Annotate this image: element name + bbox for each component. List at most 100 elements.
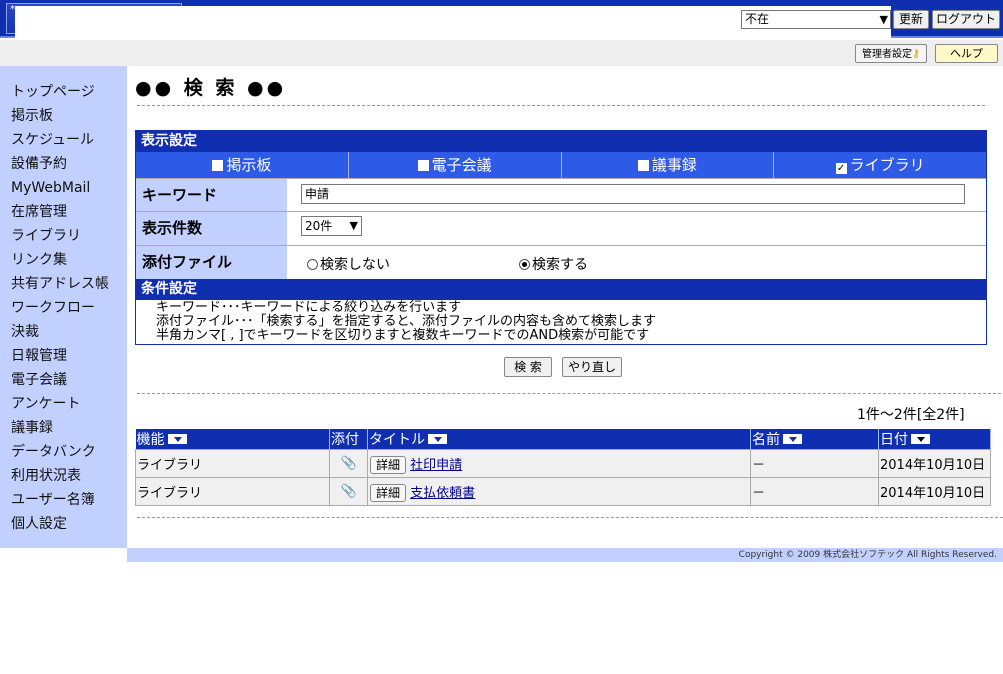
user-suffix: さん [704,15,731,30]
attach-row: 添付ファイル 検索しない 検索する [136,245,986,279]
table-row: ライブラリ 📎 詳細 社印申請－ 2014年10月10日 [135,449,991,478]
condition-line: 添付ファイル･･･「検索する」を指定すると、添付ファイルの内容も含めて検索します [156,314,656,329]
cell-date: 2014年10月10日 [878,449,991,478]
cell-name: － [750,477,879,506]
target-tab[interactable]: ✓ ライブラリ [774,152,986,178]
chevron-down-icon: ▼ [879,13,888,26]
condition-line: キーワード･･･キーワードによる絞り込みを行います [156,300,462,315]
checkbox-icon[interactable] [637,160,649,171]
attach-radio-yes[interactable]: 検索する [519,254,588,274]
col-title[interactable]: タイトル [367,429,751,450]
sort-icon[interactable] [167,434,187,444]
conditions-text: キーワード･･･キーワードによる絞り込みを行います 添付ファイル･･･「検索する… [136,300,986,344]
sub-toolbar: 管理者設定⚷ ヘルプ [0,40,1003,66]
count-select[interactable]: 20件 ▼ [301,216,362,236]
col-feature-label: 機能 [136,432,165,448]
keyword-label: キーワード [136,179,287,211]
sidebar-item[interactable]: ライブラリ [0,224,127,248]
sidebar-item[interactable]: データバンク [0,440,127,464]
search-button[interactable]: 検 索 [504,357,552,377]
sidebar-item[interactable]: MyWebMail [0,176,127,200]
attach-label: 添付ファイル [136,246,287,279]
col-name-label: 名前 [752,432,780,448]
sidebar-item[interactable]: 電子会議 [0,368,127,392]
condition-line: 半角カンマ[ , ]でキーワードを区切りますと複数キーワードでのAND検索が可能… [156,328,650,343]
target-tab[interactable]: 掲示板 [136,152,349,178]
cell-name: － [750,449,879,478]
sidebar-item[interactable]: ワークフロー [0,296,127,320]
col-title-label: タイトル [369,432,425,448]
refresh-button[interactable]: 更新 [893,10,929,29]
divider [137,105,985,106]
help-button[interactable]: ヘルプ [935,44,998,63]
sidebar-item[interactable]: トップページ [0,80,127,104]
target-tabs: 掲示板 電子会議 議事録 ✓ ライブラリ [136,152,986,178]
detail-button[interactable]: 詳細 [370,455,407,474]
paperclip-icon[interactable]: 📎 [341,484,357,499]
sidebar-item[interactable]: 個人設定 [0,512,127,536]
chevron-down-icon: ▼ [349,219,358,232]
radio-circle [307,259,318,270]
attach-option-label: 検索する [532,257,588,273]
page-title: ●● 検 索 ●● [135,77,287,99]
admin-settings-button[interactable]: 管理者設定⚷ [855,44,927,63]
sidebar-item[interactable]: アンケート [0,392,127,416]
sort-icon[interactable] [911,434,930,444]
header-bar: * MyWeb Portal Office 2014年10月10日(金)南国 太… [0,0,1003,488]
attach-radio-no[interactable]: 検索しない [307,254,390,274]
sidebar-item[interactable]: リンク集 [0,248,127,272]
sidebar-item[interactable]: 掲示板 [0,104,127,128]
sidebar-item[interactable]: 在席管理 [0,200,127,224]
sidebar-item[interactable]: 利用状況表 [0,464,127,488]
target-tab[interactable]: 電子会議 [349,152,562,178]
presence-status-select[interactable]: 不在 ▼ [741,10,891,29]
col-attach-label: 添付 [331,432,359,448]
divider [137,517,1003,518]
keyword-input[interactable]: 申請 [301,184,965,204]
radio-circle [519,259,530,270]
cell-title: 詳細 社印申請 [367,449,751,478]
sidebar-item[interactable]: 議事録 [0,416,127,440]
header-user-info: 2014年10月10日(金)南国 太郎さん [520,11,731,30]
checkbox-icon[interactable] [212,160,224,171]
sort-icon[interactable] [783,434,802,444]
sidebar-item[interactable]: ユーザー名簿 [0,488,127,512]
target-tab[interactable]: 議事録 [562,152,775,178]
sidebar-item[interactable]: スケジュール [0,128,127,152]
sidebar-item[interactable]: 日報管理 [0,344,127,368]
checkbox-icon[interactable] [417,160,429,171]
col-feature[interactable]: 機能 [135,429,330,450]
sidebar-item[interactable]: 決裁 [0,320,127,344]
copyright-footer: Copyright © 2009 株式会社ソフテック All Rights Re… [127,548,1003,562]
title-link[interactable]: 支払依頼書 [410,486,475,501]
paperclip-icon[interactable]: 📎 [341,456,357,471]
reset-button[interactable]: やり直し [562,357,622,377]
cell-attach: 📎 [329,449,368,478]
keyword-row: キーワード 申請 [136,178,986,211]
logout-button[interactable]: ログアウト [932,10,1000,29]
cell-attach: 📎 [329,477,368,506]
sort-icon[interactable] [428,434,447,444]
sidebar-item[interactable]: 共有アドレス帳 [0,272,127,296]
sidebar-item[interactable]: 設備予約 [0,152,127,176]
divider [137,393,1001,394]
target-tab-label: ライブラリ [849,156,925,174]
title-link[interactable]: 社印申請 [410,458,462,473]
admin-settings-label: 管理者設定 [861,49,912,60]
presence-status-value: 不在 [745,12,770,26]
conditions-heading: 条件設定 [136,279,986,300]
cell-feature: ライブラリ [135,477,330,506]
col-date[interactable]: 日付 [878,429,991,450]
count-label: 表示件数 [136,212,287,245]
cell-feature: ライブラリ [135,449,330,478]
main-content: ●● 検 索 ●● 表示設定 掲示板 電子会議 議事録 ✓ ライブラリ キーワード 申請… [127,66,1003,548]
checkbox-checked-icon[interactable]: ✓ [835,163,847,174]
detail-button[interactable]: 詳細 [370,483,407,502]
col-name[interactable]: 名前 [750,429,879,450]
target-tab-label: 電子会議 [431,156,492,174]
myweb-logo: * MyWeb Portal Office [6,3,891,488]
results-table: 機能 添付 タイトル 名前 日付 ライブラリ 📎 詳細 社印申請－ 2014年10月1… [135,429,991,506]
target-tab-label: 掲示板 [226,156,272,174]
col-date-label: 日付 [880,432,908,448]
count-row: 表示件数 20件 ▼ [136,211,986,245]
